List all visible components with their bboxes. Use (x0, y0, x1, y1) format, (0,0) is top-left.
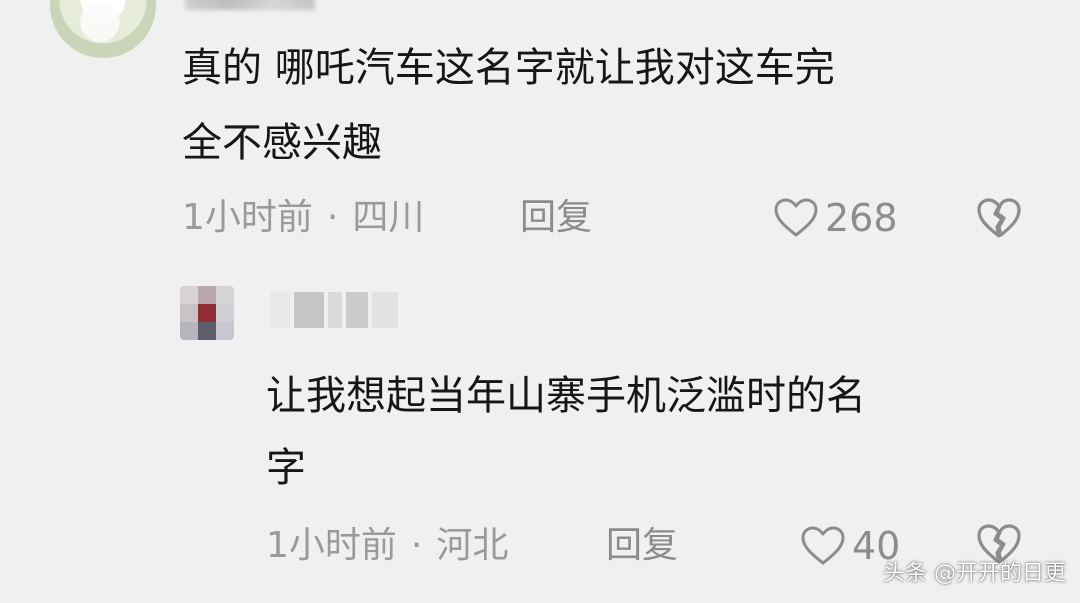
heart-outline-icon (801, 526, 845, 565)
location: 河北 (436, 525, 509, 566)
reply-meta: 1小时前 · 河北 (266, 524, 508, 568)
comment-text-continued: 全不感兴趣 (182, 120, 382, 166)
reply-text-continued: 字 (266, 445, 306, 491)
comment-meta: 1小时前 · 四川 (182, 196, 424, 240)
avatar[interactable] (50, 0, 156, 58)
timestamp: 1小时前 (266, 525, 397, 566)
reply-text: 让我想起当年山寨手机泛滥时的名 (266, 373, 866, 419)
separator: · (326, 197, 339, 238)
reply-button[interactable]: 回复 (520, 196, 592, 240)
watermark: 头条 @开开的日更 (883, 561, 1066, 586)
separator: · (410, 525, 423, 566)
username-blurred[interactable] (185, 0, 315, 10)
broken-heart-icon (977, 198, 1021, 238)
username-pixelated[interactable] (270, 292, 400, 328)
avatar-pixelated[interactable] (180, 286, 234, 340)
location: 四川 (352, 197, 425, 238)
heart-outline-icon (774, 198, 818, 237)
comment-text: 真的 哪吒汽车这名字就让我对这车完 (182, 45, 835, 91)
dislike-button[interactable] (975, 196, 1023, 244)
comment-thread: 真的 哪吒汽车这名字就让我对这车完 全不感兴趣 1小时前 · 四川 回复 268 让… (0, 0, 1080, 603)
like-count: 268 (825, 196, 898, 240)
reply-button[interactable]: 回复 (606, 524, 678, 568)
timestamp: 1小时前 (182, 197, 313, 238)
like-button[interactable]: 268 (773, 196, 898, 240)
